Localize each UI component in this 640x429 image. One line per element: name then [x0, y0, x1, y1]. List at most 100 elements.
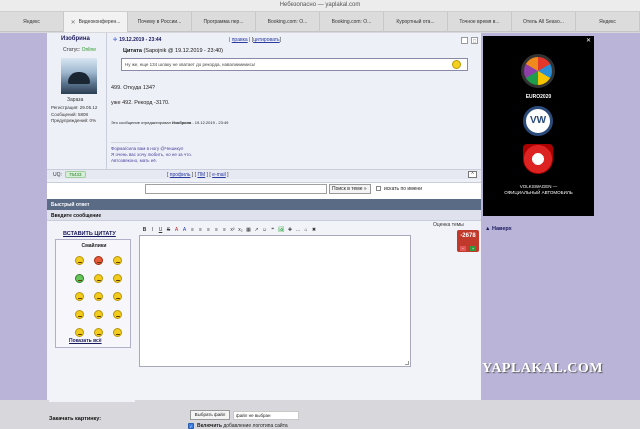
pin-icon: ✢ [113, 37, 118, 43]
toolbar-button[interactable]: S [166, 227, 171, 233]
profile-link[interactable]: профиль [170, 172, 191, 178]
smiley-icon[interactable] [113, 292, 122, 301]
browser-tab[interactable]: Программа пер... [192, 12, 256, 32]
toolbar-button[interactable]: A [174, 227, 179, 233]
insert-quote-link[interactable]: ВСТАВИТЬ ЦИТАТУ [63, 231, 116, 237]
quote-meta: (Sapojnik @ 19.12.2019 - 23:40) [143, 48, 224, 54]
toolbar-button[interactable]: ≡ [222, 227, 227, 233]
tab-label: Отель All Seaso... [523, 19, 564, 25]
browser-tab[interactable]: ✕ Видеоконферен... [64, 12, 128, 32]
smileys-panel: ВСТАВИТЬ ЦИТАТУ Смайлики Показать всё [49, 222, 135, 402]
tab-close-icon[interactable]: ✕ [71, 19, 76, 26]
smiley-icon[interactable] [94, 328, 103, 337]
scroll-top-button[interactable]: ^ [468, 171, 477, 178]
tab-label: Яндекс [23, 19, 40, 25]
right-sidebar: ✕ EURO2020 VW VOLKSWAGEN — ОФИЦИАЛЬНЫЙ А… [483, 33, 594, 400]
page: Изобрина Статус: Online Зараза Регистрац… [0, 33, 640, 429]
browser-tab[interactable]: Почему в России... [128, 12, 192, 32]
toolbar-button[interactable]: ✖ [311, 227, 316, 233]
avatar-caption: Зараза [67, 97, 84, 103]
browser-tab[interactable]: Отель All Seaso... [512, 12, 576, 32]
smiley-icon[interactable] [113, 328, 122, 337]
toolbar-button[interactable]: ❝ [270, 227, 275, 233]
browser-tab[interactable]: Точное время в... [448, 12, 512, 32]
toolbar-button[interactable]: ≡ [206, 227, 211, 233]
search-by-name-checkbox[interactable] [376, 186, 381, 191]
toolbar-button[interactable]: ☺ [262, 227, 267, 233]
author-name[interactable]: Изобрина [61, 36, 90, 42]
toolbar-button[interactable]: U [158, 227, 163, 233]
close-icon[interactable]: ✕ [585, 38, 592, 45]
registration-date: Регистрация: 29.05.12 [51, 105, 98, 110]
search-input[interactable] [145, 184, 327, 194]
tab-label: Почему в России... [137, 19, 182, 25]
toolbar-button[interactable]: ✚ [287, 227, 292, 233]
smiley-icon[interactable] [113, 274, 122, 283]
rating-minus-button[interactable]: − [460, 246, 466, 251]
ad-text-line2: ОФИЦИАЛЬНЫЙ АВТОМОБИЛЬ [504, 190, 573, 195]
logo-label-bold: Включить [197, 423, 222, 429]
toolbar-button[interactable]: A [182, 227, 187, 233]
browser-tab[interactable]: Booking.com: O... [320, 12, 384, 32]
toolbar-button[interactable]: ≡ [198, 227, 203, 233]
tab-label: Точное время в... [459, 19, 500, 25]
go-top-label: Наверх [491, 226, 512, 232]
smiley-icon[interactable] [113, 256, 122, 265]
toolbar-button[interactable]: ▦ [246, 227, 251, 233]
smileys-title: Смайлики [81, 243, 107, 249]
rating-plus-button[interactable]: + [470, 246, 476, 251]
email-link[interactable]: e-mail [212, 172, 226, 178]
ad-text: VOLKSWAGEN — ОФИЦИАЛЬНЫЙ АВТОМОБИЛЬ [483, 184, 594, 196]
tab-label: Яндекс [599, 19, 616, 25]
toolbar-button[interactable]: B [142, 227, 147, 233]
smiley-icon[interactable] [75, 328, 84, 337]
smiley-icon[interactable] [75, 310, 84, 319]
ad-banner[interactable]: ✕ EURO2020 VW VOLKSWAGEN — ОФИЦИАЛЬНЫЙ А… [483, 36, 594, 216]
toolbar-button[interactable]: ≡ [190, 227, 195, 233]
smiley-icon[interactable] [94, 292, 103, 301]
quote-link[interactable]: цитировать [253, 37, 279, 43]
smiley-icon[interactable] [113, 310, 122, 319]
resize-handle[interactable] [405, 361, 409, 365]
tab-label: Booking.com: O... [331, 19, 372, 25]
toolbar-button[interactable]: I [150, 227, 155, 233]
theme-rating-label: Оценка темы [433, 222, 464, 228]
toolbar-button[interactable]: ↗ [254, 227, 259, 233]
smiley-icon[interactable] [94, 310, 103, 319]
logo-checkbox[interactable]: ✓ [188, 423, 194, 429]
toolbar-button[interactable]: x₂ [238, 227, 243, 233]
search-by-name-label: искать по имени [384, 186, 422, 192]
smiley-icon[interactable] [75, 274, 84, 283]
quote-box: Ну же, еще 134 шлаку не хватает до рекор… [121, 58, 468, 71]
browser-tab[interactable]: Booking.com: О... [256, 12, 320, 32]
uq-badge[interactable]: 75433 [65, 171, 86, 178]
toolbar-button[interactable]: x² [230, 227, 235, 233]
author-column: Изобрина Статус: Online Зараза Регистрац… [47, 33, 107, 173]
smiley-icon[interactable] [94, 256, 103, 265]
go-top-link[interactable]: ▲ Наверх [485, 226, 512, 232]
post-select-checkbox[interactable] [461, 37, 468, 44]
pm-link[interactable]: ПМ [197, 172, 205, 178]
browser-tab[interactable]: Курортный ота... [384, 12, 448, 32]
smiley-icon[interactable] [75, 256, 84, 265]
smiley-icon[interactable] [75, 292, 84, 301]
show-all-smileys-link[interactable]: Показать всё [69, 338, 102, 344]
smiley-icon[interactable] [94, 274, 103, 283]
post-text-line2: уже 492. Рекорд -3170. [111, 100, 170, 106]
message-editor[interactable] [139, 235, 411, 367]
search-button[interactable]: Поиск в теме » [329, 184, 371, 194]
tab-label: Booking.com: О... [267, 19, 308, 25]
browser-tab[interactable]: Яндекс [0, 12, 64, 32]
toolbar-button[interactable]: … [295, 227, 300, 233]
choose-file-button[interactable]: Выбрать файл [190, 410, 230, 420]
browser-tab[interactable]: Яндекс [576, 12, 640, 32]
edit-link[interactable]: правка [232, 37, 248, 43]
toolbar-button[interactable]: ⌂ [303, 227, 308, 233]
toolbar-button[interactable]: ≡ [214, 227, 219, 233]
address-title[interactable]: Небезопасно — yaplakal.com [0, 2, 640, 8]
quote-text: Ну же, еще 134 шлаку не хватает до рекор… [125, 62, 256, 67]
toolbar-button[interactable]: 🖼 [278, 227, 284, 233]
post-menu-icon[interactable]: ▢ [471, 37, 478, 44]
post-footer: UQ: 75433 [ профиль ] [ ПМ ] [ e-mail ] … [47, 169, 481, 179]
theme-rating: -2678 − + [457, 230, 479, 252]
